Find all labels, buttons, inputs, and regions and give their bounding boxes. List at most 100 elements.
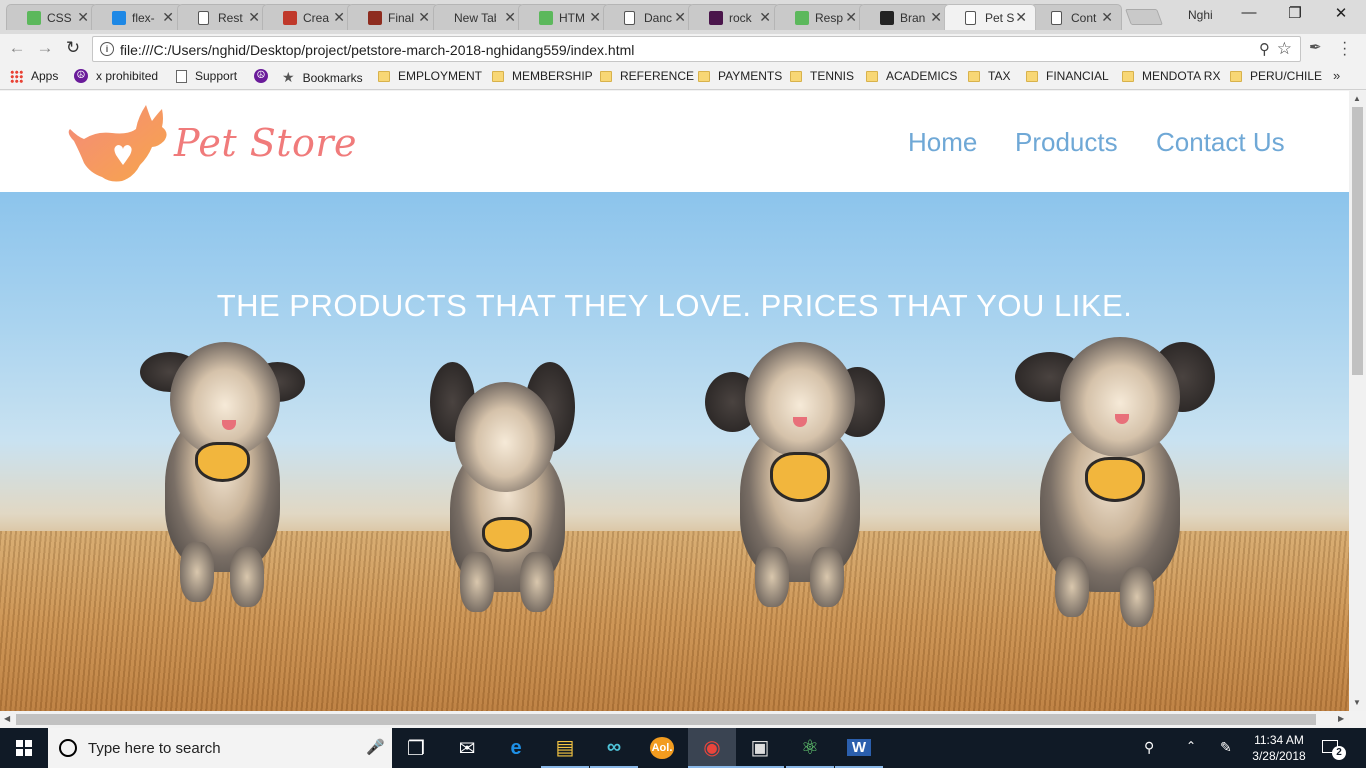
- browser-tab[interactable]: Rest ✕: [177, 4, 269, 30]
- infinity-icon[interactable]: ∞: [590, 728, 638, 768]
- close-tab-icon[interactable]: ✕: [504, 9, 516, 26]
- close-tab-icon[interactable]: ✕: [674, 9, 686, 26]
- nav-products[interactable]: Products: [1015, 127, 1118, 158]
- aol-icon[interactable]: Aol.: [638, 728, 686, 768]
- mail-icon[interactable]: ✉: [443, 728, 491, 768]
- dog-image-4: [1010, 332, 1220, 627]
- bookmark-label: MEMBERSHIP: [512, 69, 593, 83]
- address-bar[interactable]: i file:///C:/Users/nghid/Desktop/project…: [92, 36, 1301, 62]
- file-explorer-icon[interactable]: ▤: [541, 728, 589, 768]
- edge-icon[interactable]: e: [492, 728, 540, 768]
- peace-icon: ☮: [254, 69, 268, 83]
- horizontal-scroll-thumb[interactable]: [16, 714, 1316, 725]
- browser-tab[interactable]: Crea ✕: [262, 4, 354, 30]
- close-tab-icon[interactable]: ✕: [248, 9, 260, 26]
- page-icon: [965, 11, 976, 25]
- system-clock[interactable]: 11:34 AM 3/28/2018: [1244, 732, 1314, 764]
- bookmark-item[interactable]: FINANCIAL: [1026, 69, 1109, 83]
- bookmark-item[interactable]: PERU/CHILE: [1230, 69, 1322, 83]
- scroll-down-icon[interactable]: ▼: [1353, 698, 1361, 707]
- bookmark-item[interactable]: ★ Bookmarks: [282, 69, 363, 86]
- browser-tab[interactable]: Resp ✕: [774, 4, 866, 30]
- bookmark-label: EMPLOYMENT: [398, 69, 483, 83]
- browser-tab[interactable]: Bran ✕: [859, 4, 951, 30]
- close-window-icon[interactable]: ✕: [1318, 4, 1364, 22]
- close-tab-icon[interactable]: ✕: [589, 9, 601, 26]
- browser-tab[interactable]: rock ✕: [688, 4, 780, 30]
- bookmark-item[interactable]: ACADEMICS: [866, 69, 957, 83]
- task-view-icon[interactable]: ❐: [392, 728, 440, 768]
- forward-icon[interactable]: →: [34, 37, 56, 59]
- search-placeholder: Type here to search: [88, 740, 221, 757]
- bookmark-item[interactable]: PAYMENTS: [698, 69, 782, 83]
- folder-icon: [1122, 70, 1134, 82]
- minimize-icon[interactable]: —: [1226, 4, 1272, 21]
- browser-tab[interactable]: flex- ✕: [91, 4, 183, 30]
- close-tab-icon[interactable]: ✕: [930, 9, 942, 26]
- folder-icon: [1026, 70, 1038, 82]
- scroll-up-icon[interactable]: ▲: [1353, 94, 1361, 103]
- folder-icon: [378, 70, 390, 82]
- bookmarks-overflow-icon[interactable]: »: [1333, 68, 1340, 83]
- reload-icon[interactable]: ↻: [62, 37, 84, 59]
- bookmark-item[interactable]: TAX: [968, 69, 1010, 83]
- profile-name[interactable]: Nghi: [1188, 8, 1213, 22]
- scroll-left-icon[interactable]: ◀: [4, 714, 10, 723]
- atom-icon[interactable]: ⚛: [786, 728, 834, 768]
- bookmark-star-icon[interactable]: ☆: [1277, 39, 1292, 59]
- close-tab-icon[interactable]: ✕: [77, 9, 89, 26]
- browser-tab[interactable]: Pet S ✕: [944, 4, 1036, 30]
- close-tab-icon[interactable]: ✕: [418, 9, 430, 26]
- new-tab-button[interactable]: [1125, 9, 1163, 25]
- back-icon[interactable]: ←: [6, 37, 28, 59]
- close-tab-icon[interactable]: ✕: [759, 9, 771, 26]
- start-button[interactable]: [0, 728, 48, 768]
- browser-tab[interactable]: HTM ✕: [518, 4, 610, 30]
- bookmark-item[interactable]: Apps: [10, 69, 58, 83]
- bookmark-label: REFERENCE: [620, 69, 695, 83]
- zoom-icon[interactable]: ⚲: [1259, 40, 1270, 58]
- menu-icon[interactable]: · · ·: [1342, 35, 1347, 63]
- bookmark-item[interactable]: ☮: [254, 69, 276, 83]
- horizontal-scrollbar[interactable]: ◀ ▶: [0, 711, 1349, 728]
- tray-expand-icon[interactable]: ⌃: [1186, 739, 1196, 753]
- browser-tab[interactable]: CSS ✕: [6, 4, 98, 30]
- bookmark-label: FINANCIAL: [1046, 69, 1109, 83]
- chrome-icon[interactable]: ◉: [688, 728, 736, 768]
- bookmark-item[interactable]: REFERENCE: [600, 69, 694, 83]
- browser-tab[interactable]: Danc ✕: [603, 4, 695, 30]
- terminal-icon[interactable]: ▣: [736, 728, 784, 768]
- brand-name[interactable]: Pet Store: [174, 121, 357, 165]
- close-tab-icon[interactable]: ✕: [162, 9, 174, 26]
- browser-tab[interactable]: Final ✕: [347, 4, 439, 30]
- site-info-icon[interactable]: i: [100, 42, 114, 56]
- people-icon[interactable]: ⚲: [1144, 739, 1154, 756]
- url-text[interactable]: file:///C:/Users/nghid/Desktop/project/p…: [120, 42, 634, 58]
- vertical-scroll-thumb[interactable]: [1352, 107, 1363, 375]
- nav-home[interactable]: Home: [908, 127, 977, 158]
- browser-tab[interactable]: New Tab ✕: [433, 4, 525, 30]
- vertical-scrollbar[interactable]: ▲ ▼: [1349, 91, 1366, 711]
- browser-tab[interactable]: Cont ✕: [1030, 4, 1122, 30]
- action-center-icon[interactable]: 2: [1322, 738, 1346, 760]
- monkey-icon: [368, 11, 382, 25]
- nav-contact-us[interactable]: Contact Us: [1156, 127, 1285, 158]
- microphone-icon[interactable]: 🎤: [366, 738, 385, 756]
- close-tab-icon[interactable]: ✕: [1101, 9, 1113, 26]
- bookmark-item[interactable]: TENNIS: [790, 69, 854, 83]
- bookmark-item[interactable]: MENDOTA RX: [1122, 69, 1220, 83]
- maximize-icon[interactable]: ❐: [1272, 4, 1318, 22]
- close-tab-icon[interactable]: ✕: [1015, 9, 1027, 26]
- bookmark-item[interactable]: MEMBERSHIP: [492, 69, 593, 83]
- bookmark-label: PAYMENTS: [718, 69, 783, 83]
- scroll-right-icon[interactable]: ▶: [1338, 714, 1344, 723]
- close-tab-icon[interactable]: ✕: [333, 9, 345, 26]
- bookmark-item[interactable]: Support: [176, 69, 237, 83]
- pen-workspace-icon[interactable]: ✎: [1220, 739, 1232, 756]
- close-tab-icon[interactable]: ✕: [845, 9, 857, 26]
- bookmark-item[interactable]: EMPLOYMENT: [378, 69, 482, 83]
- word-icon[interactable]: W: [835, 728, 883, 768]
- eyedropper-extension-icon[interactable]: ✒: [1309, 38, 1322, 56]
- bookmark-item[interactable]: ☮ x prohibited: [74, 69, 158, 83]
- taskbar-search[interactable]: Type here to search 🎤: [48, 728, 392, 768]
